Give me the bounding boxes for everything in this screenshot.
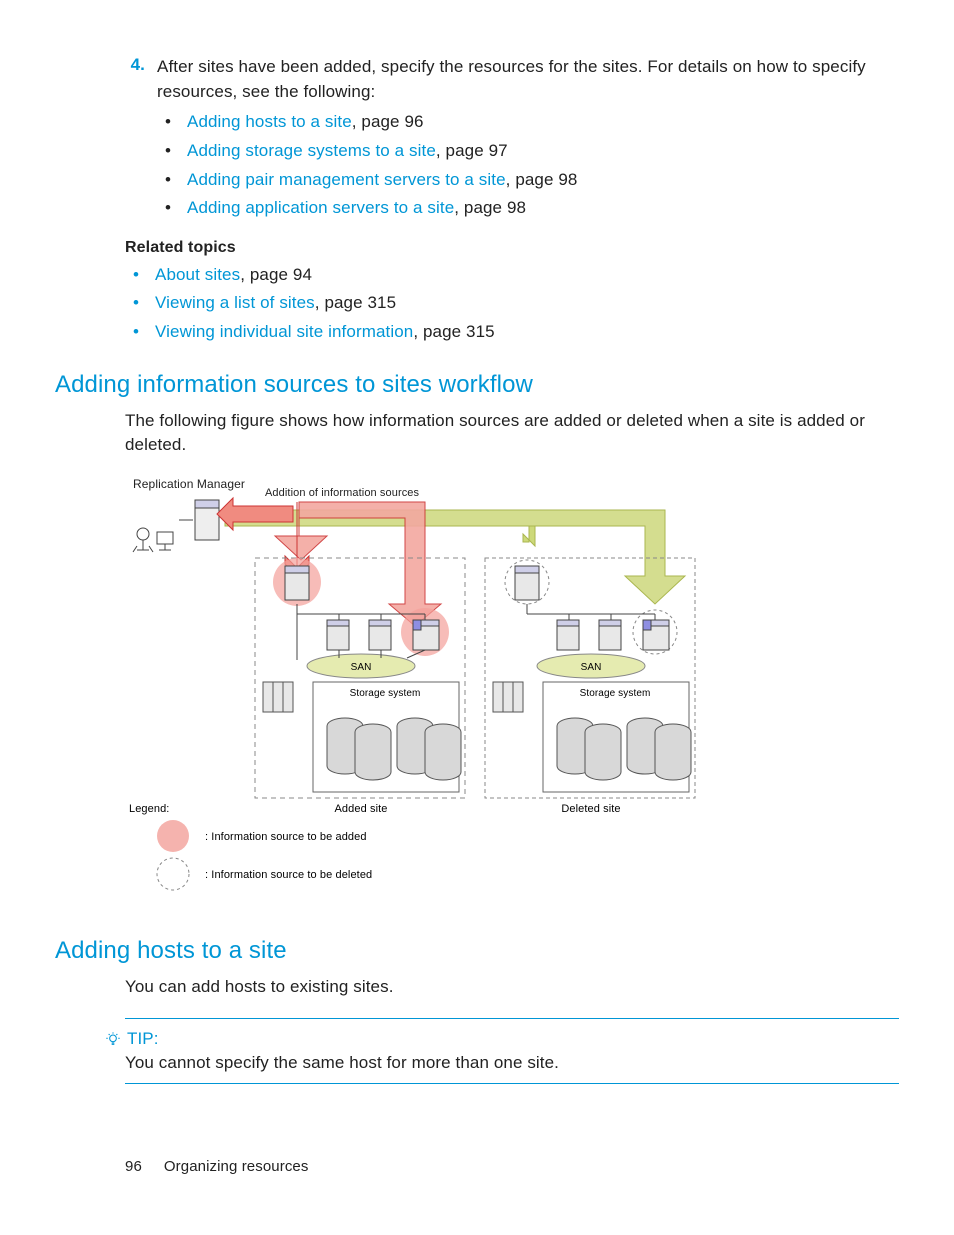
step-number: 4. <box>125 55 145 225</box>
page-ref: , page 98 <box>454 198 526 217</box>
section-title-workflow: Adding information sources to sites work… <box>55 371 899 399</box>
link-adding-storage[interactable]: Adding storage systems to a site <box>187 141 436 160</box>
diagram-legend-title: Legend: <box>129 803 169 815</box>
section-title-hosts: Adding hosts to a site <box>55 937 899 965</box>
step-4: 4. After sites have been added, specify … <box>55 55 899 225</box>
step-sublist: Adding hosts to a site, page 96 Adding s… <box>157 110 899 221</box>
related-item: About sites, page 94 <box>125 263 899 288</box>
page-ref: , page 96 <box>352 112 424 131</box>
link-viewing-individual[interactable]: Viewing individual site information <box>155 322 413 341</box>
link-viewing-list[interactable]: Viewing a list of sites <box>155 293 315 312</box>
chapter-title: Organizing resources <box>164 1158 309 1175</box>
tip-block: TIP: You cannot specify the same host fo… <box>125 1018 899 1084</box>
diagram-san-left: SAN <box>351 662 372 673</box>
page-number: 96 <box>125 1158 142 1175</box>
tip-heading: TIP: <box>105 1029 899 1049</box>
page-ref: , page 97 <box>436 141 508 160</box>
diagram-storage-left: Storage system <box>350 688 421 699</box>
related-topics-heading: Related topics <box>125 239 899 257</box>
page-ref: , page 315 <box>315 293 396 312</box>
sub-item: Adding storage systems to a site, page 9… <box>157 139 899 164</box>
diagram-storage-right: Storage system <box>580 688 651 699</box>
step-text: After sites have been added, specify the… <box>157 57 866 101</box>
diagram-svg: Replication Manager Addition of informat… <box>125 476 765 906</box>
link-adding-app-servers[interactable]: Adding application servers to a site <box>187 198 454 217</box>
diagram-san-right: SAN <box>581 662 602 673</box>
diagram-label-addition: Addition of information sources <box>265 487 420 499</box>
page-footer: 96 Organizing resources <box>125 1158 308 1175</box>
diagram-label-repmgr: Replication Manager <box>133 477 245 491</box>
tip-body: You cannot specify the same host for mor… <box>125 1053 899 1073</box>
sub-item: Adding application servers to a site, pa… <box>157 196 899 221</box>
diagram-legend-del: : Information source to be deleted <box>205 869 372 881</box>
related-item: Viewing a list of sites, page 315 <box>125 291 899 316</box>
diagram-deleted-site-label: Deleted site <box>561 803 620 815</box>
link-adding-pair-mgmt[interactable]: Adding pair management servers to a site <box>187 170 506 189</box>
section-body-hosts: You can add hosts to existing sites. <box>125 975 899 1000</box>
tip-label: TIP: <box>127 1029 159 1049</box>
page: 4. After sites have been added, specify … <box>0 0 954 1235</box>
diagram-added-site-label: Added site <box>335 803 388 815</box>
sub-item: Adding pair management servers to a site… <box>157 168 899 193</box>
sub-item: Adding hosts to a site, page 96 <box>157 110 899 135</box>
step-list: 4. After sites have been added, specify … <box>55 55 899 225</box>
page-ref: , page 98 <box>506 170 578 189</box>
link-adding-hosts[interactable]: Adding hosts to a site <box>187 112 352 131</box>
section-body-workflow: The following figure shows how informati… <box>125 409 899 458</box>
link-about-sites[interactable]: About sites <box>155 265 240 284</box>
page-ref: , page 315 <box>413 322 494 341</box>
workflow-diagram: Replication Manager Addition of informat… <box>125 476 765 911</box>
related-topics-list: About sites, page 94 Viewing a list of s… <box>125 263 899 345</box>
step-body: After sites have been added, specify the… <box>157 55 899 225</box>
diagram-legend-add: : Information source to be added <box>205 831 367 843</box>
diagram-added-site: SAN Storage system <box>255 558 465 815</box>
page-ref: , page 94 <box>240 265 312 284</box>
lightbulb-icon <box>105 1031 121 1047</box>
related-item: Viewing individual site information, pag… <box>125 320 899 345</box>
